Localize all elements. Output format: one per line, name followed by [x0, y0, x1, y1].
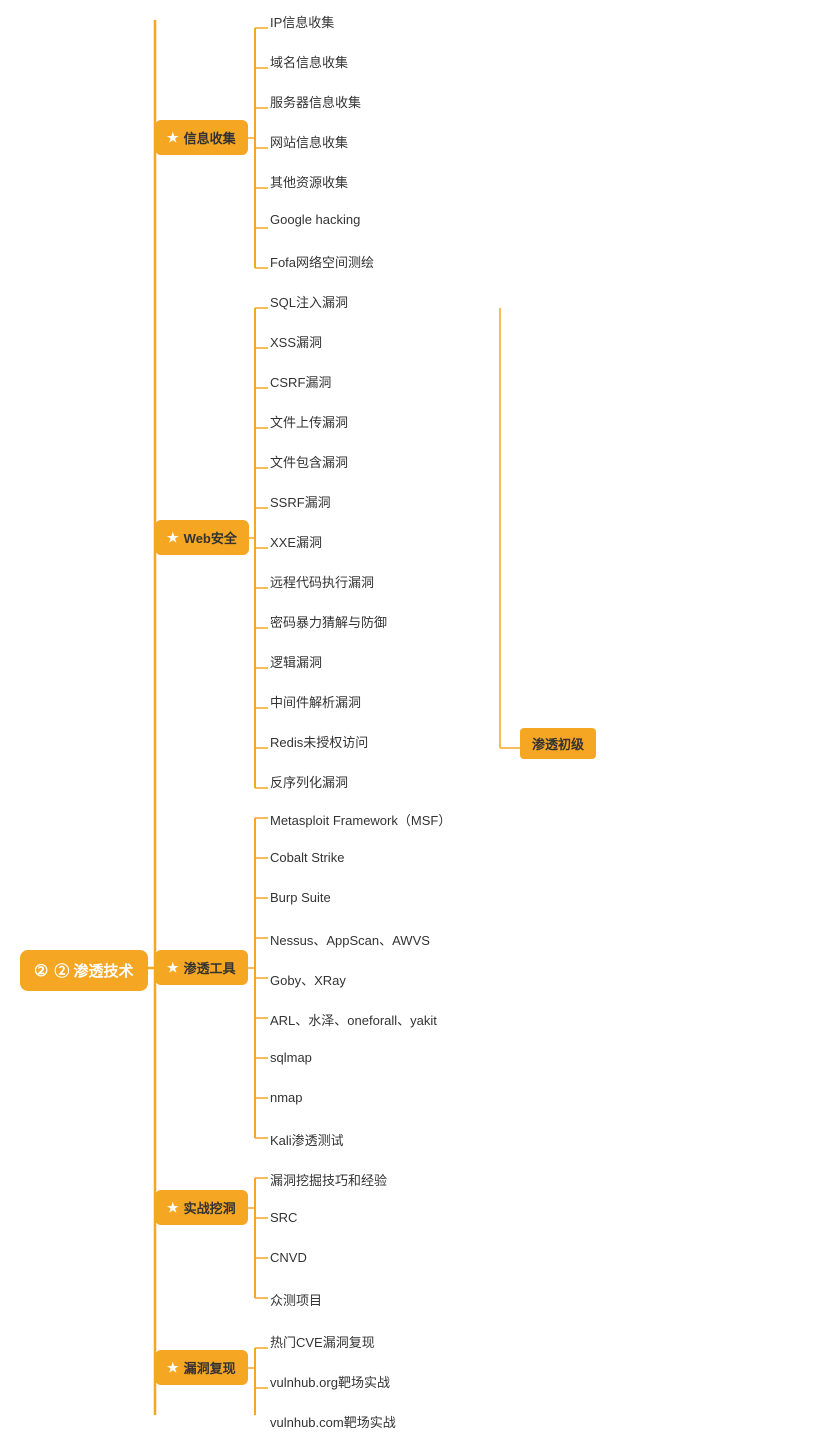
leaf-kali: Kali渗透测试 — [270, 1128, 344, 1151]
leaf-vulnhub-org: vulnhub.org靶场实战 — [270, 1370, 390, 1393]
leaf-bruteforce: 密码暴力猜解与防御 — [270, 610, 387, 633]
status-badge-label: 渗透初级 — [532, 737, 584, 752]
leaf-arl: ARL、水泽、oneforall、yakit — [270, 1008, 437, 1031]
star-icon-vuln: ★ — [167, 1360, 179, 1376]
category-practice-label: 实战挖洞 — [184, 1198, 236, 1217]
leaf-hot-cve: 热门CVE漏洞复现 — [270, 1330, 375, 1353]
star-icon-practice: ★ — [167, 1200, 179, 1216]
leaf-google: Google hacking — [270, 210, 360, 229]
category-practice: ★ 实战挖洞 — [155, 1190, 248, 1225]
center-node: ② ② 渗透技术 — [20, 950, 148, 991]
leaf-file-include: 文件包含漏洞 — [270, 450, 348, 473]
leaf-rce: 远程代码执行漏洞 — [270, 570, 374, 593]
leaf-xss: XSS漏洞 — [270, 330, 322, 353]
leaf-other: 其他资源收集 — [270, 170, 348, 193]
leaf-msf: Metasploit Framework（MSF） — [270, 808, 451, 831]
star-icon: ★ — [167, 130, 179, 146]
leaf-ip: IP信息收集 — [270, 10, 334, 33]
status-badge: 渗透初级 — [520, 728, 596, 759]
leaf-cnvd: CNVD — [270, 1248, 307, 1267]
category-vuln-label: 漏洞复现 — [184, 1358, 236, 1377]
leaf-vuln-skills: 漏洞挖掘技巧和经验 — [270, 1168, 387, 1191]
leaf-nmap: nmap — [270, 1088, 303, 1107]
leaf-src: SRC — [270, 1208, 297, 1227]
leaf-vulnhub-com: vulnhub.com靶场实战 — [270, 1410, 396, 1433]
mind-map: ② ② 渗透技术 渗透初级 ★ 信息收集 IP信息收集 域名信息收集 服务器信息… — [0, 0, 831, 40]
leaf-csrf: CSRF漏洞 — [270, 370, 331, 393]
leaf-cobalt: Cobalt Strike — [270, 848, 344, 867]
leaf-logic: 逻辑漏洞 — [270, 650, 322, 673]
leaf-website: 网站信息收集 — [270, 130, 348, 153]
leaf-server: 服务器信息收集 — [270, 90, 361, 113]
leaf-ssrf: SSRF漏洞 — [270, 490, 331, 513]
leaf-middleware: 中间件解析漏洞 — [270, 690, 361, 713]
category-vuln-reproduce: ★ 漏洞复现 — [155, 1350, 248, 1385]
leaf-crowdtest: 众测项目 — [270, 1288, 322, 1311]
leaf-sqlmap: sqlmap — [270, 1048, 312, 1067]
leaf-domain: 域名信息收集 — [270, 50, 348, 73]
category-info: ★ 信息收集 — [155, 120, 248, 155]
category-tools: ★ 渗透工具 — [155, 950, 248, 985]
leaf-nessus: Nessus、AppScan、AWVS — [270, 928, 430, 951]
center-node-label: ② 渗透技术 — [54, 960, 133, 981]
leaf-deserialize: 反序列化漏洞 — [270, 770, 348, 793]
category-tools-label: 渗透工具 — [184, 958, 236, 977]
category-info-label: 信息收集 — [184, 128, 236, 147]
leaf-goby: Goby、XRay — [270, 968, 346, 991]
leaf-redis: Redis未授权访问 — [270, 730, 368, 753]
leaf-burp: Burp Suite — [270, 888, 331, 907]
leaf-sql: SQL注入漏洞 — [270, 290, 348, 313]
leaf-xxe: XXE漏洞 — [270, 530, 322, 553]
center-node-number: ② — [34, 961, 48, 981]
leaf-file-upload: 文件上传漏洞 — [270, 410, 348, 433]
category-web-label: Web安全 — [184, 528, 237, 547]
star-icon-web: ★ — [167, 530, 179, 546]
leaf-fofa: Fofa网络空间测绘 — [270, 250, 374, 273]
category-web: ★ Web安全 — [155, 520, 249, 555]
star-icon-tools: ★ — [167, 960, 179, 976]
connection-lines — [0, 0, 831, 1415]
